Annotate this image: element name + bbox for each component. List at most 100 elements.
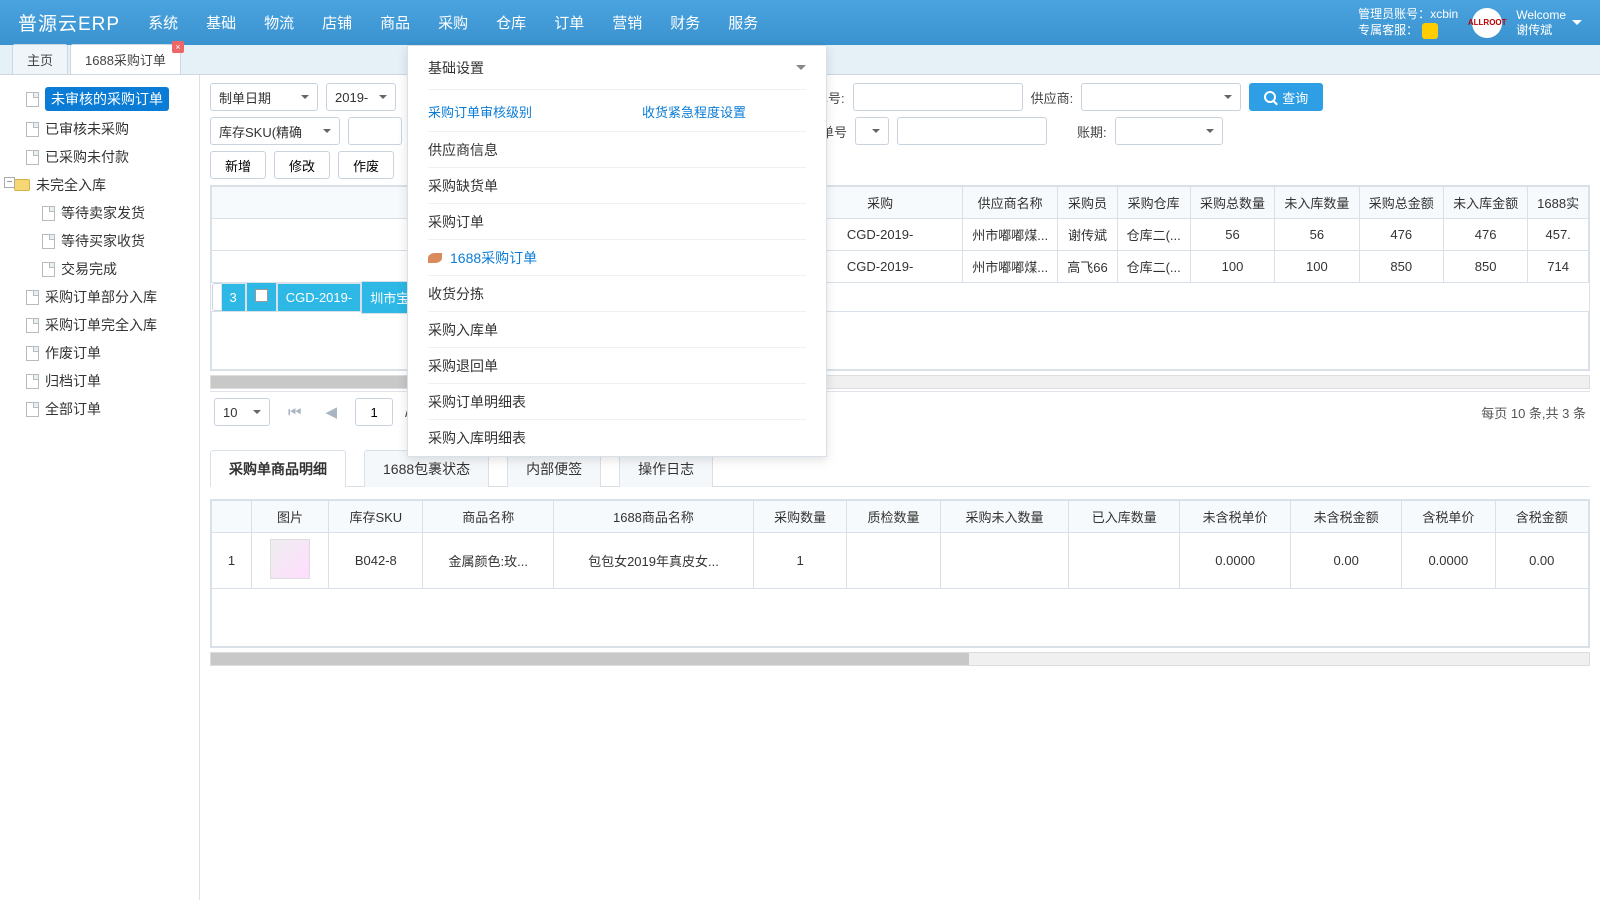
menu-shop[interactable]: 店铺 bbox=[322, 12, 352, 33]
dd-shortage-order[interactable]: 采购缺货单 bbox=[428, 168, 806, 204]
col-amt[interactable]: 采购总金额 bbox=[1359, 187, 1443, 219]
col-unamt[interactable]: 未入库金额 bbox=[1443, 187, 1527, 219]
po-number-input[interactable] bbox=[853, 83, 1023, 111]
col-buyer[interactable]: 采购员 bbox=[1058, 187, 1117, 219]
period-label: 账期: bbox=[1077, 122, 1107, 141]
dd-return-order[interactable]: 采购退回单 bbox=[428, 348, 806, 384]
dd-basic-settings[interactable]: 基础设置 bbox=[428, 46, 806, 90]
edit-button[interactable]: 修改 bbox=[274, 151, 330, 179]
tree-not-fully-inbound[interactable]: −未完全入库 bbox=[4, 171, 195, 199]
dd-purchase-order[interactable]: 采购订单 bbox=[428, 204, 806, 240]
dcol-price[interactable]: 未含税单价 bbox=[1180, 501, 1291, 533]
dcol-amt[interactable]: 未含税金额 bbox=[1291, 501, 1402, 533]
dcol-notin[interactable]: 采购未入数量 bbox=[940, 501, 1069, 533]
row-checkbox[interactable] bbox=[255, 289, 268, 302]
menu-product[interactable]: 商品 bbox=[380, 12, 410, 33]
welcome-user: 谢传斌 bbox=[1516, 23, 1566, 37]
dd-receive-sort[interactable]: 收货分拣 bbox=[428, 276, 806, 312]
top-right: 管理员账号：xcbin 专属客服： ALLROOT Welcome 谢传斌 bbox=[1358, 6, 1582, 40]
add-button[interactable]: 新增 bbox=[210, 151, 266, 179]
document-icon bbox=[42, 262, 55, 277]
document-icon bbox=[26, 346, 39, 361]
pager-current[interactable] bbox=[355, 398, 393, 426]
menu-basic[interactable]: 基础 bbox=[206, 12, 236, 33]
dd-inbound-detail-report[interactable]: 采购入库明细表 bbox=[428, 420, 806, 456]
dd-audit-level[interactable]: 采购订单审核级别 bbox=[428, 102, 532, 121]
logistics-type-select[interactable] bbox=[855, 117, 889, 145]
dd-inbound-order[interactable]: 采购入库单 bbox=[428, 312, 806, 348]
dd-supplier-info[interactable]: 供应商信息 bbox=[428, 132, 806, 168]
document-icon bbox=[26, 150, 39, 165]
chevron-down-icon bbox=[796, 65, 806, 75]
dcol-tprice[interactable]: 含税单价 bbox=[1402, 501, 1495, 533]
dcol-1688name[interactable]: 1688商品名称 bbox=[553, 501, 753, 533]
menu-logistics[interactable]: 物流 bbox=[264, 12, 294, 33]
detail-row[interactable]: 1 B042-8 金属颜色:玫... 包包女2019年真皮女... 1 0.00… bbox=[212, 533, 1589, 589]
tree-unaudited-po[interactable]: 未审核的采购订单 bbox=[4, 83, 195, 115]
dtab-items[interactable]: 采购单商品明细 bbox=[210, 450, 346, 487]
dcol-in[interactable]: 已入库数量 bbox=[1069, 501, 1180, 533]
tree-archived-order[interactable]: 归档订单 bbox=[4, 367, 195, 395]
collapse-icon[interactable]: − bbox=[4, 177, 15, 188]
menu-finance[interactable]: 财务 bbox=[670, 12, 700, 33]
col-warehouse[interactable]: 采购仓库 bbox=[1117, 187, 1190, 219]
dd-po-detail-report[interactable]: 采购订单明细表 bbox=[428, 384, 806, 420]
tree-wait-seller-ship[interactable]: 等待卖家发货 bbox=[4, 199, 195, 227]
product-thumbnail[interactable] bbox=[270, 539, 310, 579]
col-1688real[interactable]: 1688实 bbox=[1528, 187, 1589, 219]
supplier-select[interactable] bbox=[1081, 83, 1241, 111]
dd-1688-purchase-order[interactable]: 1688采购订单 bbox=[428, 240, 806, 276]
dcol-qty[interactable]: 采购数量 bbox=[753, 501, 846, 533]
sku-input[interactable] bbox=[348, 117, 402, 145]
menu-marketing[interactable]: 营销 bbox=[612, 12, 642, 33]
leaf-icon bbox=[428, 253, 442, 263]
date-type-select[interactable]: 制单日期 bbox=[210, 83, 318, 111]
detail-grid: 图片 库存SKU 商品名称 1688商品名称 采购数量 质检数量 采购未入数量 … bbox=[210, 499, 1590, 648]
menu-order[interactable]: 订单 bbox=[554, 12, 584, 33]
tree-all-orders[interactable]: 全部订单 bbox=[4, 395, 195, 423]
tree-wait-buyer-receive[interactable]: 等待买家收货 bbox=[4, 227, 195, 255]
folder-icon bbox=[14, 179, 30, 191]
document-icon bbox=[26, 374, 39, 389]
tree-audited-unpurchased[interactable]: 已审核未采购 bbox=[4, 115, 195, 143]
menu-purchase[interactable]: 采购 bbox=[438, 12, 468, 33]
tab-1688-po[interactable]: 1688采购订单 × bbox=[70, 44, 181, 74]
tab-home[interactable]: 主页 bbox=[12, 44, 68, 74]
col-qty[interactable]: 采购总数量 bbox=[1190, 187, 1274, 219]
logistics-input[interactable] bbox=[897, 117, 1047, 145]
qq-icon[interactable] bbox=[1422, 23, 1438, 39]
menu-warehouse[interactable]: 仓库 bbox=[496, 12, 526, 33]
app-logo: 普源云ERP bbox=[18, 9, 120, 36]
pager-first[interactable]: ⏮ bbox=[282, 404, 308, 421]
close-icon[interactable]: × bbox=[172, 41, 184, 53]
tree-full-inbound[interactable]: 采购订单完全入库 bbox=[4, 311, 195, 339]
dcol-image[interactable]: 图片 bbox=[252, 501, 329, 533]
welcome-block[interactable]: Welcome 谢传斌 bbox=[1516, 8, 1582, 37]
support-label: 专属客服： bbox=[1358, 23, 1418, 37]
menu-system[interactable]: 系统 bbox=[148, 12, 178, 33]
detail-hscroll[interactable] bbox=[210, 652, 1590, 666]
admin-user: xcbin bbox=[1430, 7, 1458, 21]
col-supplier[interactable]: 供应商名称 bbox=[962, 187, 1058, 219]
void-button[interactable]: 作废 bbox=[338, 151, 394, 179]
menu-service[interactable]: 服务 bbox=[728, 12, 758, 33]
pager-prev[interactable]: ◀ bbox=[320, 403, 344, 421]
top-menu: 系统 基础 物流 店铺 商品 采购 仓库 订单 营销 财务 服务 bbox=[148, 12, 1358, 33]
dcol-tamt[interactable]: 含税金额 bbox=[1495, 501, 1588, 533]
sku-type-select[interactable]: 库存SKU(精确 bbox=[210, 117, 340, 145]
dd-urgency-setting[interactable]: 收货紧急程度设置 bbox=[642, 102, 746, 121]
dcol-sku[interactable]: 库存SKU bbox=[329, 501, 423, 533]
tree-purchased-unpaid[interactable]: 已采购未付款 bbox=[4, 143, 195, 171]
page-size-select[interactable]: 10 bbox=[214, 398, 270, 426]
tree-trade-done[interactable]: 交易完成 bbox=[4, 255, 195, 283]
date-value-input[interactable]: 2019- bbox=[326, 83, 396, 111]
tree-partial-inbound[interactable]: 采购订单部分入库 bbox=[4, 283, 195, 311]
dcol-name[interactable]: 商品名称 bbox=[423, 501, 554, 533]
top-navbar: 普源云ERP 系统 基础 物流 店铺 商品 采购 仓库 订单 营销 财务 服务 … bbox=[0, 0, 1600, 45]
period-select[interactable] bbox=[1115, 117, 1223, 145]
welcome-label: Welcome bbox=[1516, 8, 1566, 22]
tree-void-order[interactable]: 作废订单 bbox=[4, 339, 195, 367]
dcol-qcqty[interactable]: 质检数量 bbox=[847, 501, 940, 533]
col-unqty[interactable]: 未入库数量 bbox=[1275, 187, 1359, 219]
query-button[interactable]: 查询 bbox=[1249, 83, 1323, 111]
